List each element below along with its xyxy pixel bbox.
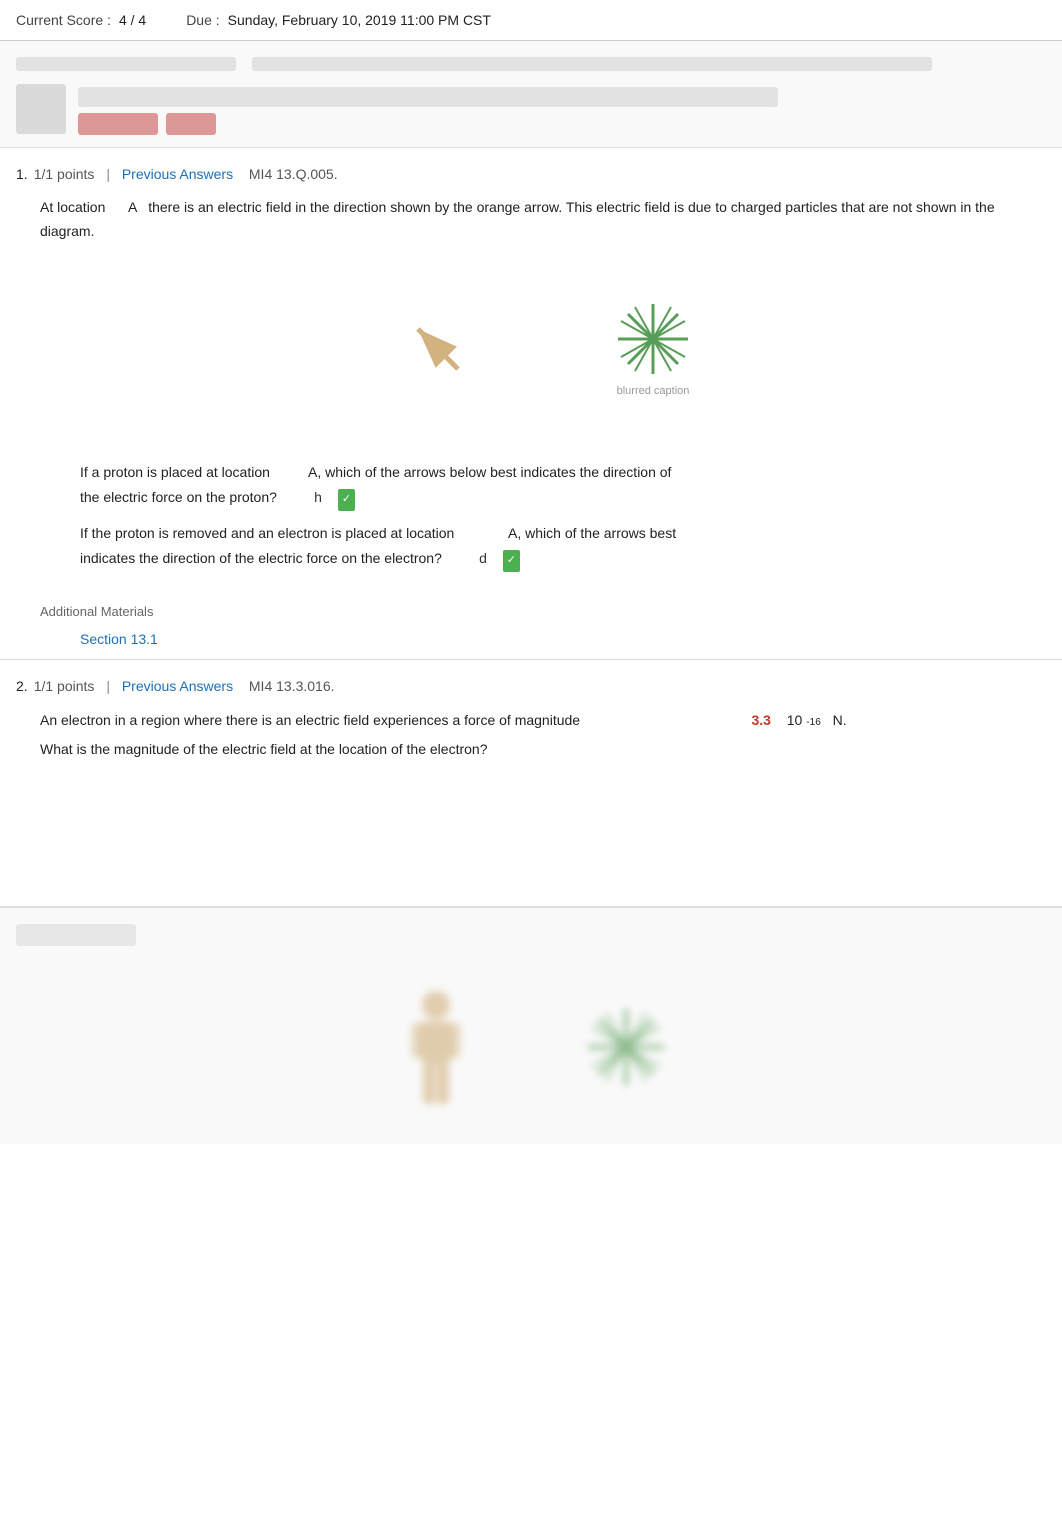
question-2-separator: | — [106, 678, 110, 694]
q2-force-value: 3.3 — [751, 708, 770, 733]
question-2-text: An electron in a region where there is a… — [40, 708, 1046, 762]
q1-location-marker: A — [128, 199, 137, 215]
q1-text-part2: there is an electric field in the direct… — [40, 199, 995, 239]
sq2-text-part3: indicates the direction of the electric … — [80, 550, 442, 566]
blurred-icon — [16, 84, 66, 134]
sq1-answer-check: ✓ — [338, 489, 355, 511]
question-2-body: An electron in a region where there is a… — [16, 708, 1046, 898]
q2-force-exponent-base: 10 — [787, 708, 803, 733]
sub-question-1: If a proton is placed at location A, whi… — [80, 460, 1006, 511]
blurred-title-row — [16, 53, 1046, 75]
section-link[interactable]: Section 13.1 — [80, 628, 1046, 650]
bottom-figure-right — [561, 982, 691, 1112]
starburst-svg: blurred caption — [583, 274, 723, 414]
bottom-person-svg-left — [396, 987, 476, 1107]
question-2-code: MI4 13.3.016. — [249, 678, 335, 694]
bottom-diagram-area — [16, 962, 1046, 1132]
due-value: Sunday, February 10, 2019 11:00 PM CST — [228, 12, 491, 28]
question-2-header: 2. 1/1 points | Previous Answers MI4 13.… — [16, 678, 1046, 694]
q1-text-part1: At location — [40, 199, 105, 215]
sq2-answer-check: ✓ — [503, 550, 520, 572]
question-2-points: 1/1 points — [34, 678, 95, 694]
header-bar: Current Score : 4 / 4 Due : Sunday, Febr… — [0, 0, 1062, 41]
starburst-diagram: blurred caption — [583, 274, 723, 414]
blurred-header-section — [0, 41, 1062, 148]
question-1-diagram-area: blurred caption — [40, 264, 1046, 424]
question-1-header: 1. 1/1 points | Previous Answers MI4 13.… — [16, 166, 1046, 182]
sq2-text-part1: If the proton is removed and an electron… — [80, 525, 454, 541]
blurred-button-2 — [166, 113, 216, 135]
due-label: Due : — [186, 12, 219, 28]
question-2-answer-area — [40, 778, 1046, 898]
q2-force-unit: N. — [833, 708, 847, 733]
additional-materials: Additional Materials Section 13.1 — [40, 602, 1046, 651]
question-1-prev-answers-link[interactable]: Previous Answers — [122, 166, 233, 182]
blurred-question-title — [78, 87, 778, 107]
bottom-figure-left — [371, 982, 501, 1112]
bottom-starburst-svg — [566, 987, 686, 1107]
orange-arrow-svg — [363, 264, 523, 424]
blurred-title-line1 — [16, 57, 236, 71]
q2-text-part1: An electron in a region where there is a… — [40, 708, 580, 733]
sq1-text-part3: the electric force on the proton? — [80, 489, 277, 505]
sq1-text-part1: If a proton is placed at location — [80, 464, 270, 480]
blurred-title-line2 — [252, 57, 932, 71]
bottom-blurred-btn — [16, 924, 136, 946]
svg-text:blurred caption: blurred caption — [617, 385, 690, 397]
question-1-code: MI4 13.Q.005. — [249, 166, 338, 182]
question-1-section: 1. 1/1 points | Previous Answers MI4 13.… — [0, 148, 1062, 660]
blurred-button-1 — [78, 113, 158, 135]
question-2-prev-answers-link[interactable]: Previous Answers — [122, 678, 233, 694]
question-1-points: 1/1 points — [34, 166, 95, 182]
question-1-separator: | — [106, 166, 110, 182]
bottom-blurred-section — [0, 907, 1062, 1144]
arrow-diagram — [363, 264, 523, 424]
sub-question-2: If the proton is removed and an electron… — [80, 521, 1006, 572]
q2-force-exponent: -16 — [806, 714, 820, 732]
question-1-number: 1. — [16, 166, 28, 182]
sq2-answer-value: d — [473, 546, 493, 571]
score-label: Current Score : — [16, 12, 111, 28]
sq1-answer-value: h — [308, 485, 328, 510]
question-1-sub-questions: If a proton is placed at location A, whi… — [40, 444, 1046, 588]
score-value: 4 / 4 — [119, 12, 146, 28]
q2-text-part2: What is the magnitude of the electric fi… — [40, 737, 487, 762]
bottom-blurred-controls — [16, 920, 1046, 950]
sq1-text-part2: A, which of the arrows below best indica… — [308, 464, 671, 480]
sq2-text-part2: A, which of the arrows best — [508, 525, 676, 541]
additional-materials-label: Additional Materials — [40, 604, 153, 619]
question-2-number: 2. — [16, 678, 28, 694]
question-1-text: At location A there is an electric field… — [40, 196, 1046, 244]
question-1-body: At location A there is an electric field… — [16, 196, 1046, 651]
q2-input-spacer — [80, 798, 1006, 878]
question-2-section: 2. 1/1 points | Previous Answers MI4 13.… — [0, 660, 1062, 907]
